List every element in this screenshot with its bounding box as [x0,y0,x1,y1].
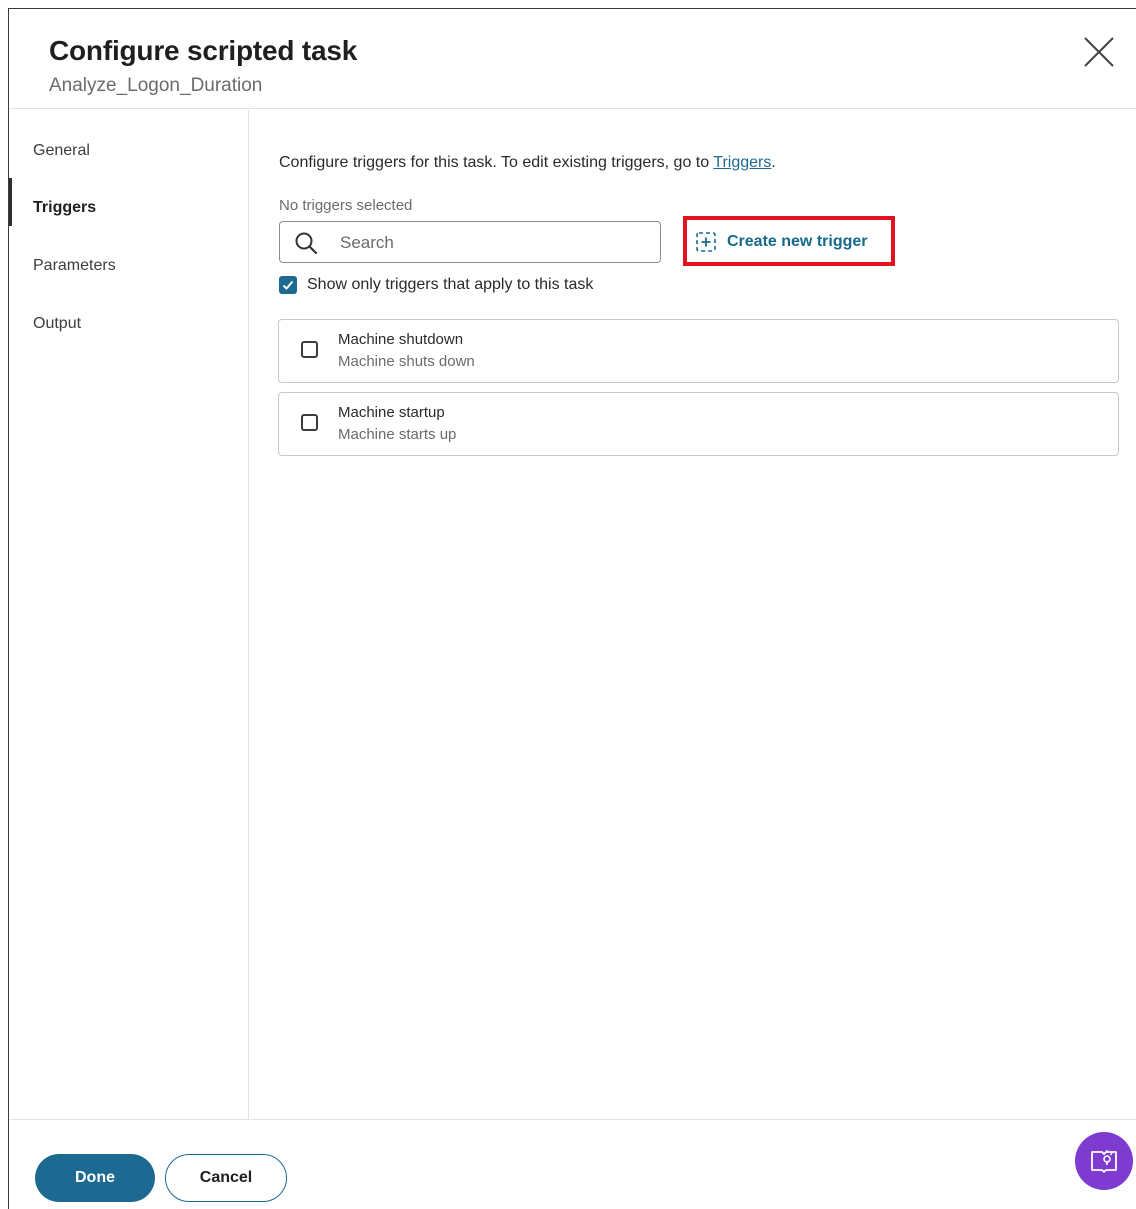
main-content: Configure triggers for this task. To edi… [250,110,1136,1119]
filter-label: Show only triggers that apply to this ta… [307,276,594,293]
trigger-description: Machine shuts down [338,353,475,370]
trigger-name: Machine startup [338,404,445,421]
sidebar-item-output[interactable]: Output [33,315,81,333]
search-box[interactable] [279,221,661,263]
dialog-subtitle: Analyze_Logon_Duration [49,75,263,96]
help-book-icon [1091,1150,1117,1173]
active-nav-indicator [9,178,12,226]
trigger-item-machine-shutdown[interactable]: Machine shutdown Machine shuts down [278,319,1119,383]
trigger-checkbox[interactable] [301,414,318,431]
trigger-name: Machine shutdown [338,331,464,348]
selection-status: No triggers selected [279,197,413,214]
done-button[interactable]: Done [35,1154,155,1202]
trigger-description: Machine starts up [338,426,457,443]
dialog-header: Configure scripted task Analyze_Logon_Du… [9,9,1136,109]
trigger-checkbox[interactable] [301,341,318,358]
close-icon [1084,37,1114,67]
dialog-title: Configure scripted task [49,35,358,66]
cancel-button[interactable]: Cancel [165,1154,287,1202]
create-new-trigger-button[interactable]: Create new trigger [695,229,867,255]
search-icon [295,232,318,255]
create-new-trigger-label: Create new trigger [727,233,868,250]
dialog-footer: Done Cancel [9,1119,1136,1209]
intro-text-suffix: . [771,154,776,171]
help-button[interactable] [1075,1132,1133,1190]
sidebar-nav: General Triggers Parameters Output [9,110,249,1119]
intro-text-body: Configure triggers for this task. To edi… [279,154,714,171]
close-button[interactable] [1082,35,1116,69]
configure-task-dialog: Configure scripted task Analyze_Logon_Du… [8,8,1136,1209]
sidebar-item-general[interactable]: General [33,142,90,160]
triggers-link[interactable]: Triggers [713,154,771,171]
sidebar-item-triggers[interactable]: Triggers [33,199,96,217]
trigger-item-machine-startup[interactable]: Machine startup Machine starts up [278,392,1119,456]
search-input[interactable] [340,230,640,256]
checkbox-checked[interactable] [279,276,297,294]
sidebar-item-parameters[interactable]: Parameters [33,257,116,275]
intro-text: Configure triggers for this task. To edi… [279,154,776,172]
filter-applicable-checkbox[interactable]: Show only triggers that apply to this ta… [279,276,593,294]
add-box-icon [696,232,716,252]
checkmark-icon [282,280,294,290]
